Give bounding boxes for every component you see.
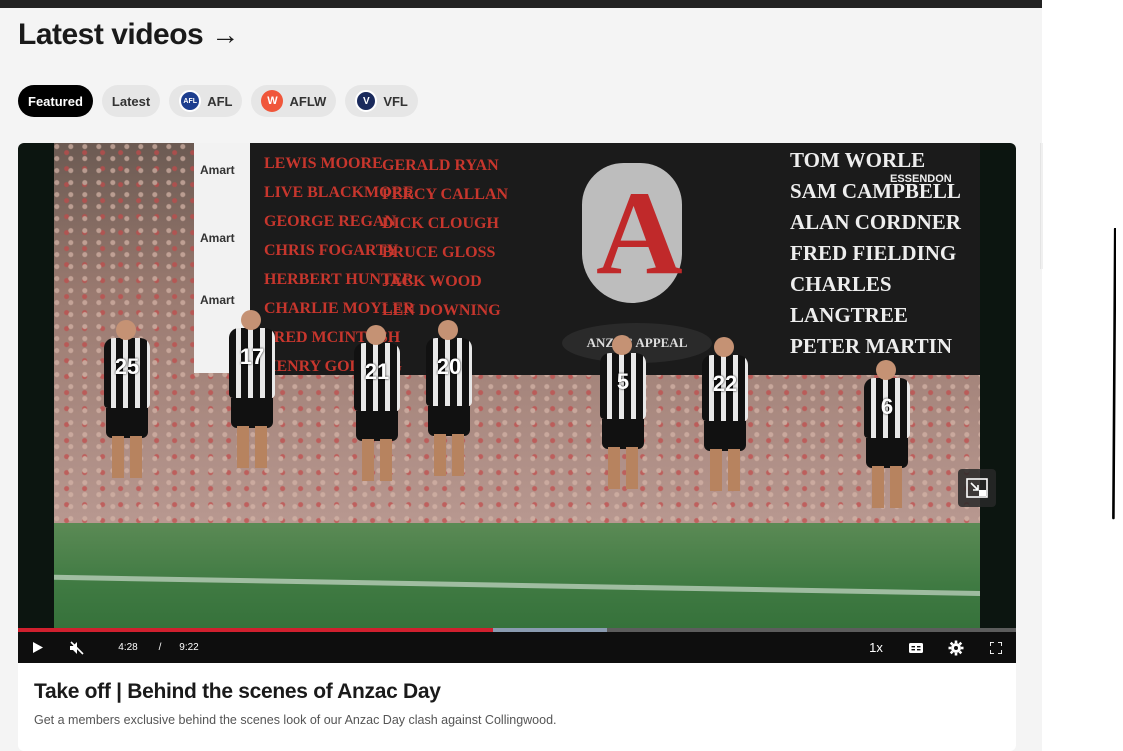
duration: 9:22 (179, 642, 199, 653)
filter-aflw[interactable]: W AFLW (251, 85, 337, 117)
filter-featured[interactable]: Featured (18, 85, 93, 117)
section-heading-link[interactable]: Latest videos → (18, 18, 239, 52)
settings-gear-icon[interactable] (946, 632, 966, 663)
time-separator: / (158, 642, 162, 653)
filter-vfl[interactable]: V VFL (345, 85, 418, 117)
club-logo-text: ESSENDON (890, 173, 952, 185)
main-content: Latest videos → Featured Latest AFL AFL … (0, 0, 1042, 751)
player: 20 (426, 320, 472, 476)
sponsor-text: Amart (200, 231, 235, 245)
player: 25 (104, 320, 150, 478)
filter-tabs: Featured Latest AFL AFL W AFLW V VFL (18, 85, 418, 117)
filter-label: Latest (111, 93, 151, 109)
player: 5 (600, 335, 646, 489)
play-icon[interactable] (28, 632, 48, 663)
top-bar (0, 0, 1042, 8)
video-player[interactable]: Amart Amart Amart LEWIS MOORE LIVE BLACK… (18, 143, 1016, 663)
filter-label: VFL (383, 93, 408, 109)
next-card-edge (1040, 143, 1043, 269)
filter-label: AFLW (289, 93, 327, 109)
arrow-right-icon: → (211, 19, 239, 50)
video-description: Get a members exclusive behind the scene… (34, 713, 557, 727)
players-group: 25 17 21 20 5 22 6 (54, 310, 980, 563)
afl-logo-icon: AFL (179, 90, 202, 112)
video-controls: 4:28 / 9:22 1x (18, 632, 1016, 663)
section-title: Latest videos (18, 18, 204, 51)
player: 22 (702, 337, 748, 491)
filter-label: AFL (207, 93, 233, 109)
player: 21 (354, 325, 400, 481)
video-frame: Amart Amart Amart LEWIS MOORE LIVE BLACK… (54, 143, 980, 663)
sponsor-text: Amart (200, 163, 235, 177)
filter-afl[interactable]: AFL AFL (169, 85, 243, 117)
vfl-logo-icon: V (355, 90, 378, 112)
pen-stroke-annotation (1112, 228, 1116, 520)
page: Latest videos → Featured Latest AFL AFL … (0, 0, 1123, 751)
picture-in-picture-icon[interactable] (958, 469, 996, 507)
sponsor-text: Amart (200, 293, 235, 307)
video-title[interactable]: Take off | Behind the scenes of Anzac Da… (34, 680, 441, 704)
player: 6 (864, 360, 910, 508)
muted-volume-icon[interactable] (66, 632, 88, 663)
playback-speed-button[interactable]: 1x (866, 632, 886, 663)
banner-names-mid: GERALD RYAN PERCY CALLAN DICK CLOUGH BRU… (382, 157, 509, 319)
filter-label: Featured (28, 93, 83, 109)
player: 17 (229, 310, 275, 468)
current-time: 4:28 (118, 642, 138, 653)
captions-icon[interactable] (906, 632, 926, 663)
fullscreen-icon[interactable] (986, 632, 1006, 663)
featured-video-card[interactable]: Amart Amart Amart LEWIS MOORE LIVE BLACK… (18, 143, 1016, 751)
aflw-logo-icon: W (261, 90, 284, 112)
filter-latest[interactable]: Latest (101, 85, 161, 117)
